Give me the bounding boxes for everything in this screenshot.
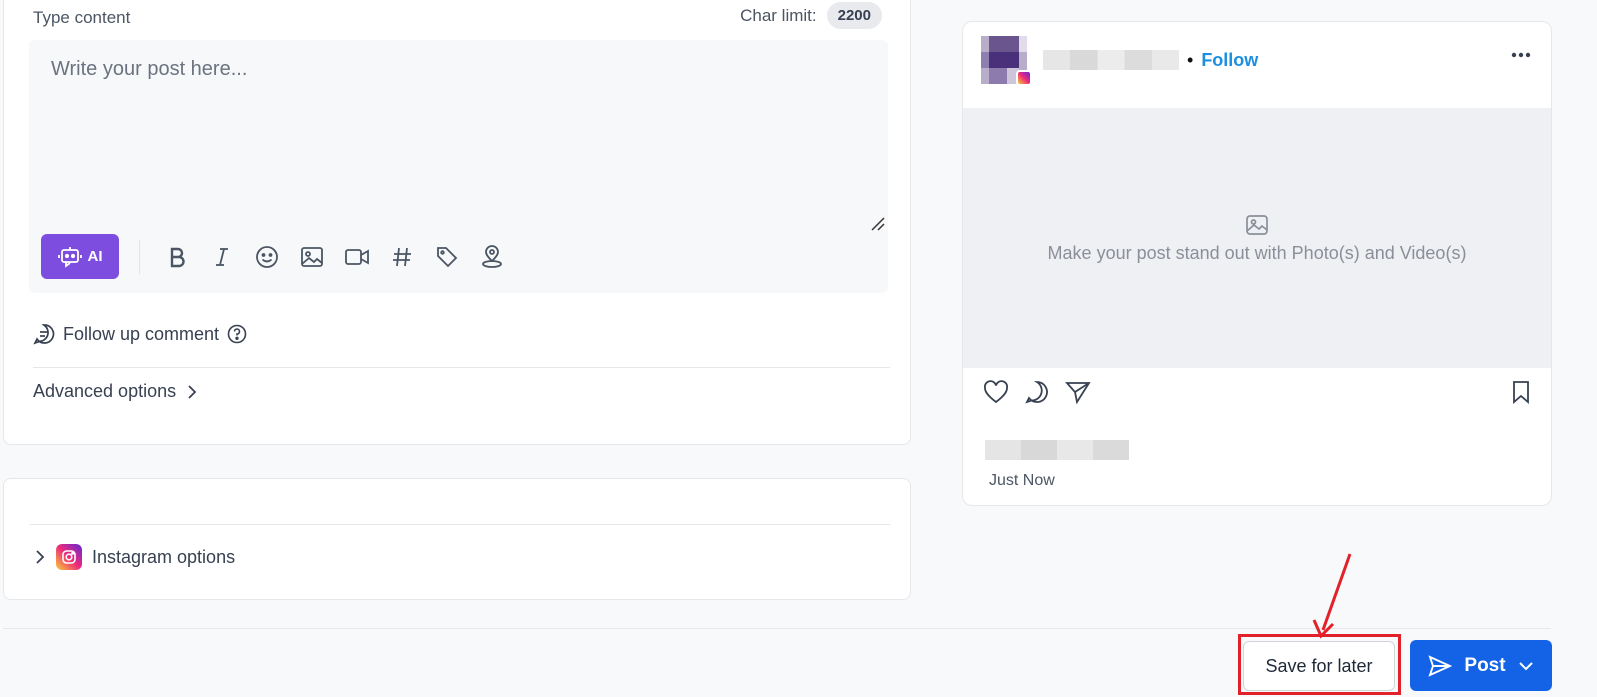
share-icon[interactable] — [1065, 380, 1091, 404]
post-label: Post — [1464, 654, 1506, 676]
section-divider — [30, 524, 890, 525]
post-editor: AI — [29, 40, 888, 293]
preview-header: • Follow — [981, 36, 1258, 86]
instagram-options-row[interactable]: Instagram options — [34, 544, 235, 570]
account-name-blurred — [1043, 50, 1179, 70]
emoji-icon[interactable] — [244, 234, 289, 279]
post-preview-card: • Follow Make your post stand out with P… — [962, 21, 1552, 506]
image-icon[interactable] — [289, 234, 334, 279]
send-icon — [1428, 654, 1453, 677]
editor-toolbar: AI — [41, 234, 514, 279]
instagram-options-label: Instagram options — [92, 546, 236, 567]
instagram-logo-icon — [56, 544, 82, 570]
char-limit-label: Char limit: — [740, 5, 817, 25]
separator-dot: • — [1187, 49, 1194, 70]
advanced-options-row[interactable]: Advanced options — [33, 381, 198, 402]
advanced-options-label: Advanced options — [33, 381, 177, 401]
more-options-icon[interactable] — [1511, 52, 1531, 58]
ai-label: AI — [87, 248, 103, 265]
chevron-right-icon — [188, 384, 197, 399]
follow-up-label: Follow up comment — [63, 323, 220, 344]
char-limit-badge: 2200 — [826, 2, 882, 29]
italic-icon[interactable] — [199, 234, 244, 279]
post-time: Just Now — [989, 472, 1055, 489]
bookmark-icon[interactable] — [1511, 380, 1531, 404]
post-button[interactable]: Post — [1410, 640, 1552, 691]
instagram-options-card: Instagram options — [3, 478, 911, 600]
follow-up-comment-row[interactable]: Follow up comment — [33, 323, 247, 345]
editor-card: Type content Char limit: 2200 AI — [3, 0, 911, 445]
hashtag-icon[interactable] — [379, 234, 424, 279]
save-for-later-button[interactable]: Save for later — [1243, 641, 1395, 691]
annotation-arrow-icon — [1312, 553, 1352, 639]
follow-link[interactable]: Follow — [1201, 50, 1258, 71]
toolbar-divider — [139, 239, 140, 274]
instagram-badge-icon — [1016, 70, 1032, 86]
robot-icon — [57, 246, 82, 268]
chevron-right-icon — [36, 550, 45, 564]
help-icon[interactable] — [227, 324, 247, 344]
bold-icon[interactable] — [154, 234, 199, 279]
avatar — [981, 36, 1032, 86]
chevron-down-icon[interactable] — [1518, 661, 1534, 671]
char-limit: Char limit: 2200 — [740, 2, 882, 29]
section-divider — [33, 367, 890, 368]
comment-icon — [33, 324, 55, 345]
comment-bubble-icon[interactable] — [1025, 380, 1049, 404]
tag-icon[interactable] — [424, 234, 469, 279]
caption-blurred — [985, 440, 1129, 460]
type-content-label: Type content — [33, 8, 131, 27]
preview-actions — [983, 380, 1091, 404]
media-hint-text: Make your post stand out with Photo(s) a… — [1047, 242, 1467, 263]
image-placeholder-icon — [1246, 214, 1268, 235]
video-icon[interactable] — [334, 234, 379, 279]
ai-button[interactable]: AI — [41, 234, 119, 279]
post-textarea[interactable] — [29, 40, 888, 230]
media-placeholder[interactable]: Make your post stand out with Photo(s) a… — [963, 108, 1551, 368]
resize-handle-icon[interactable] — [870, 216, 886, 232]
location-icon[interactable] — [469, 234, 514, 279]
heart-icon[interactable] — [983, 380, 1009, 404]
